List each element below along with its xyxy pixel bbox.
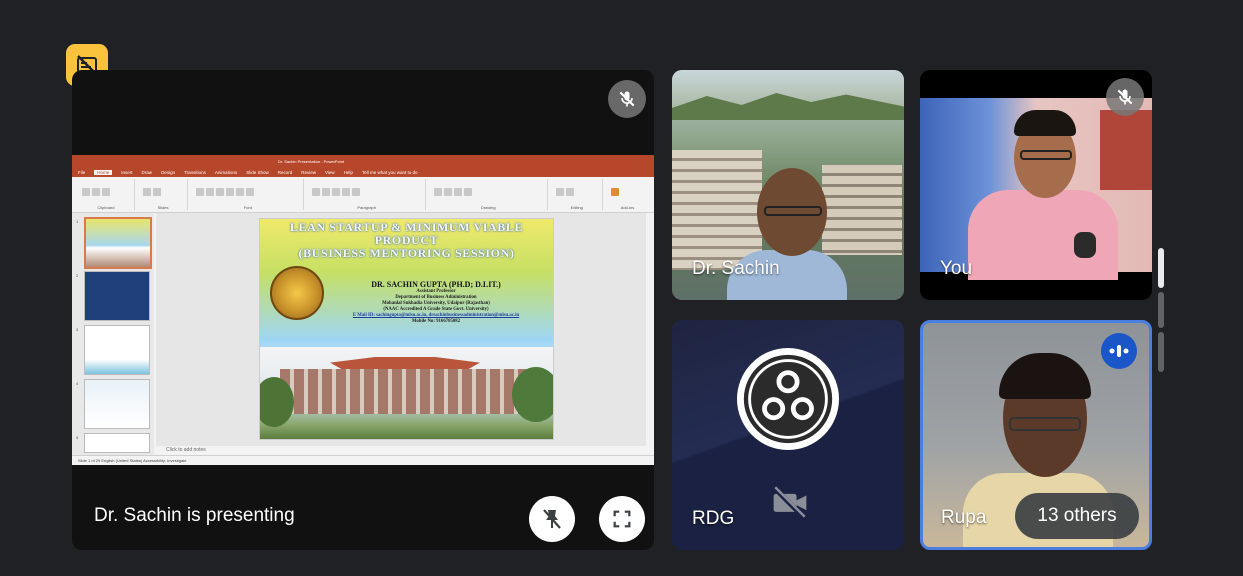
ppt-menu-bar: File Home Insert Draw Design Transitions… bbox=[72, 167, 654, 177]
speaking-indicator bbox=[1101, 333, 1137, 369]
presentation-tile[interactable]: Dr. Sachin Presentation - PowerPoint Fil… bbox=[72, 70, 654, 550]
ppt-window-title: Dr. Sachin Presentation - PowerPoint bbox=[278, 158, 345, 164]
participant-tile-you[interactable]: You bbox=[920, 70, 1152, 300]
participant-tile-rupa[interactable]: Rupa 13 others bbox=[920, 320, 1152, 550]
ribbon-group-clipboard: Clipboard bbox=[78, 179, 135, 210]
ribbon-group-editing: Editing bbox=[552, 179, 603, 210]
thumb-number: 5 bbox=[76, 435, 79, 440]
ribbon-group-paragraph: Paragraph bbox=[308, 179, 426, 210]
ppt-tab-review[interactable]: Review bbox=[301, 170, 316, 175]
ppt-tab-insert[interactable]: Insert bbox=[121, 170, 132, 175]
mic-off-icon bbox=[1106, 78, 1144, 116]
ppt-tab-draw[interactable]: Draw bbox=[142, 170, 153, 175]
slide-thumbnail-4[interactable] bbox=[84, 379, 150, 429]
participant-tile-dr-sachin[interactable]: Dr. Sachin bbox=[672, 70, 904, 300]
slide-presenter-name: DR. SACHIN GUPTA (PH.D; D.LIT.) bbox=[371, 280, 501, 289]
powerpoint-window: Dr. Sachin Presentation - PowerPoint Fil… bbox=[72, 155, 654, 465]
ppt-title-bar: Dr. Sachin Presentation - PowerPoint bbox=[72, 155, 654, 167]
slide-thumbnail-3[interactable] bbox=[84, 325, 150, 375]
ribbon-group-slides: Slides bbox=[139, 179, 189, 210]
thumb-number: 3 bbox=[76, 327, 79, 332]
speaking-icon bbox=[1109, 345, 1129, 357]
ppt-tell-me[interactable]: Tell me what you want to do bbox=[362, 170, 418, 175]
ppt-tab-home[interactable]: Home bbox=[94, 169, 113, 175]
fullscreen-button[interactable] bbox=[599, 496, 645, 542]
ppt-tab-animations[interactable]: Animations bbox=[215, 170, 237, 175]
fullscreen-icon bbox=[613, 510, 631, 528]
slide-thumbnail-pane: 1 2 3 4 5 bbox=[72, 213, 154, 455]
ribbon-group-drawing: Drawing bbox=[430, 179, 548, 210]
meet-stage: Dr. Sachin Presentation - PowerPoint Fil… bbox=[0, 0, 1243, 576]
ppt-tab-help[interactable]: Help bbox=[344, 170, 353, 175]
others-count-chip[interactable]: 13 others bbox=[1015, 493, 1139, 539]
ppt-tab-slide-show[interactable]: Slide Show bbox=[246, 170, 269, 175]
university-building-photo bbox=[260, 347, 553, 439]
ribbon-group-font: Font bbox=[192, 179, 305, 210]
presenting-label: Dr. Sachin is presenting bbox=[94, 505, 295, 526]
participant-scrollbar[interactable] bbox=[1158, 248, 1164, 372]
current-slide: LEAN STARTUP & MINIMUM VIABLE PRODUCT (B… bbox=[259, 218, 554, 440]
ribbon-group-addins: Add-ins bbox=[607, 179, 648, 210]
slide-thumbnail-5[interactable] bbox=[84, 433, 150, 453]
participant-tile-rdg[interactable]: RDG bbox=[672, 320, 904, 550]
ppt-tab-record[interactable]: Record bbox=[278, 170, 293, 175]
slide-title: LEAN STARTUP & MINIMUM VIABLE PRODUCT (B… bbox=[289, 220, 524, 260]
camera-off-icon bbox=[770, 484, 810, 525]
ppt-tab-transitions[interactable]: Transitions bbox=[184, 170, 206, 175]
mic-off-icon bbox=[608, 80, 646, 118]
participant-name: Rupa bbox=[941, 507, 987, 528]
ppt-tab-file[interactable]: File bbox=[78, 170, 85, 175]
obs-logo bbox=[737, 348, 839, 450]
unpin-icon bbox=[543, 509, 561, 529]
scrollbar-thumb[interactable] bbox=[1158, 248, 1164, 288]
thumb-number: 1 bbox=[76, 219, 79, 224]
slide-thumbnail-2[interactable] bbox=[84, 271, 150, 321]
thumb-number: 2 bbox=[76, 273, 79, 278]
slide-mobile: Mobile No: 9166785082 bbox=[411, 319, 461, 324]
notes-pane[interactable]: Click to add notes bbox=[156, 446, 646, 455]
slide-thumbnail-1[interactable] bbox=[84, 217, 152, 269]
university-seal bbox=[270, 266, 324, 320]
participant-name: RDG bbox=[692, 508, 735, 529]
ppt-status-bar: Slide 1 of 29 English (United States) Ac… bbox=[72, 455, 654, 465]
slide-editing-area[interactable]: LEAN STARTUP & MINIMUM VIABLE PRODUCT (B… bbox=[156, 213, 646, 446]
participant-name: You bbox=[940, 258, 973, 279]
ppt-tab-view[interactable]: View bbox=[325, 170, 335, 175]
slide-presenter-info: DR. SACHIN GUPTA (PH.D; D.LIT.) Assistan… bbox=[328, 280, 544, 325]
unpin-button[interactable] bbox=[529, 496, 575, 542]
ppt-ribbon: Clipboard Slides Font Paragraph Drawing … bbox=[72, 177, 654, 213]
thumb-number: 4 bbox=[76, 381, 79, 386]
ppt-tab-design[interactable]: Design bbox=[161, 170, 175, 175]
participant-name: Dr. Sachin bbox=[692, 258, 780, 279]
